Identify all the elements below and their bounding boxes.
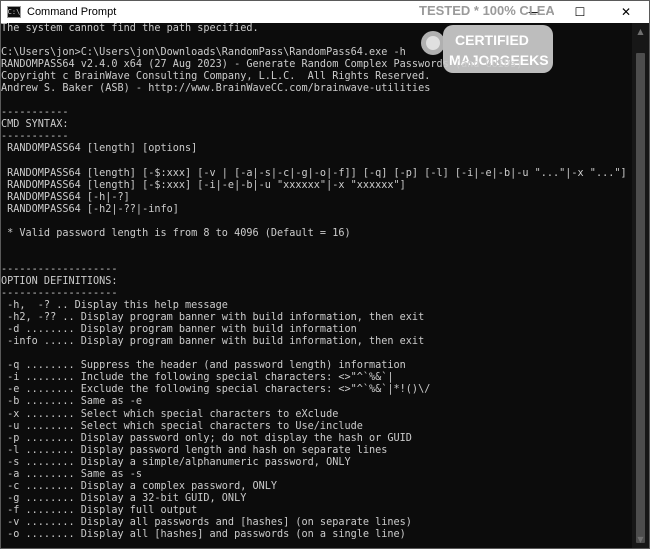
console-line: C:\Users\jon>C:\Users\jon\Downloads\Rand… <box>1 47 406 59</box>
console-line: RANDOMPASS64 [-h2|-??|-info] <box>1 203 179 215</box>
app-icon-glyph: C:\ <box>7 7 21 16</box>
console-line: Andrew S. Baker (ASB) - http://www.Brain… <box>1 83 431 95</box>
command-prompt-window: C:\ Command Prompt — ☐ ✕ TESTED * 100% C… <box>0 0 650 549</box>
console-line: -o ........ Display all [hashes] and pas… <box>1 528 406 540</box>
console-line: -v ........ Display all passwords and [h… <box>1 516 412 528</box>
console-line: OPTION DEFINITIONS: <box>1 275 118 287</box>
console-line: -d ........ Display program banner with … <box>1 324 357 336</box>
console-line: -a ........ Same as -s <box>1 468 143 480</box>
console-line: ------------------- <box>1 288 118 300</box>
console-line: RANDOMPASS64 [length] [options] <box>1 143 198 155</box>
console-line: -f ........ Display full output <box>1 504 198 516</box>
close-button[interactable]: ✕ <box>603 1 649 23</box>
console-line: ----------- <box>1 107 69 119</box>
console-line: -e ........ Exclude the following specia… <box>1 384 431 396</box>
scroll-up-icon[interactable]: ▲ <box>632 23 649 40</box>
console-line: -s ........ Display a simple/alphanumeri… <box>1 456 351 468</box>
console-line: * Valid password length is from 8 to 409… <box>1 227 351 239</box>
command-prompt-icon: C:\ <box>7 6 21 18</box>
window-controls: — ☐ ✕ <box>511 1 649 23</box>
title-bar[interactable]: C:\ Command Prompt — ☐ ✕ <box>1 1 649 23</box>
console-line: -info ..... Display program banner with … <box>1 336 425 348</box>
console-line: -l ........ Display password length and … <box>1 444 388 456</box>
vertical-scrollbar[interactable]: ▲ ▼ <box>632 23 649 548</box>
console-line: -x ........ Select which special charact… <box>1 408 339 420</box>
console-output[interactable]: The system cannot find the path specifie… <box>1 23 625 548</box>
console-line: -b ........ Same as -e <box>1 396 143 408</box>
console-line: -h, -? .. Display this help message <box>1 300 228 312</box>
console-line: Copyright c BrainWave Consulting Company… <box>1 71 431 83</box>
console-line: ----------- <box>1 131 69 143</box>
console-line: RANDOMPASS64 [length] [-$:xxx] [-v | [-a… <box>1 167 625 179</box>
maximize-button[interactable]: ☐ <box>557 1 603 23</box>
window-title: Command Prompt <box>27 6 117 18</box>
scrollbar-thumb[interactable] <box>636 53 645 543</box>
console-line: -u ........ Select which special charact… <box>1 420 363 432</box>
console-line: -p ........ Display password only; do no… <box>1 432 412 444</box>
console-line: -h2, -?? .. Display program banner with … <box>1 312 425 324</box>
console-line: -g ........ Display a 32-bit GUID, ONLY <box>1 492 247 504</box>
console-line: ------------------- <box>1 263 118 275</box>
console-line: CMD SYNTAX: <box>1 119 69 131</box>
console-line: RANDOMPASS64 [length] [-$:xxx] [-i|-e|-b… <box>1 179 406 191</box>
console-line: RANDOMPASS64 v2.4.0 x64 (27 Aug 2023) - … <box>1 59 523 71</box>
console-line: The system cannot find the path specifie… <box>1 23 259 34</box>
console-line: -i ........ Include the following specia… <box>1 372 394 384</box>
console-text: The system cannot find the path specifie… <box>1 23 625 541</box>
console-line: -q ........ Suppress the header (and pas… <box>1 360 406 372</box>
scroll-down-icon[interactable]: ▼ <box>632 531 649 548</box>
console-line: RANDOMPASS64 [-h|-?] <box>1 191 130 203</box>
console-line: -c ........ Display a complex password, … <box>1 480 278 492</box>
minimize-button[interactable]: — <box>511 1 557 23</box>
